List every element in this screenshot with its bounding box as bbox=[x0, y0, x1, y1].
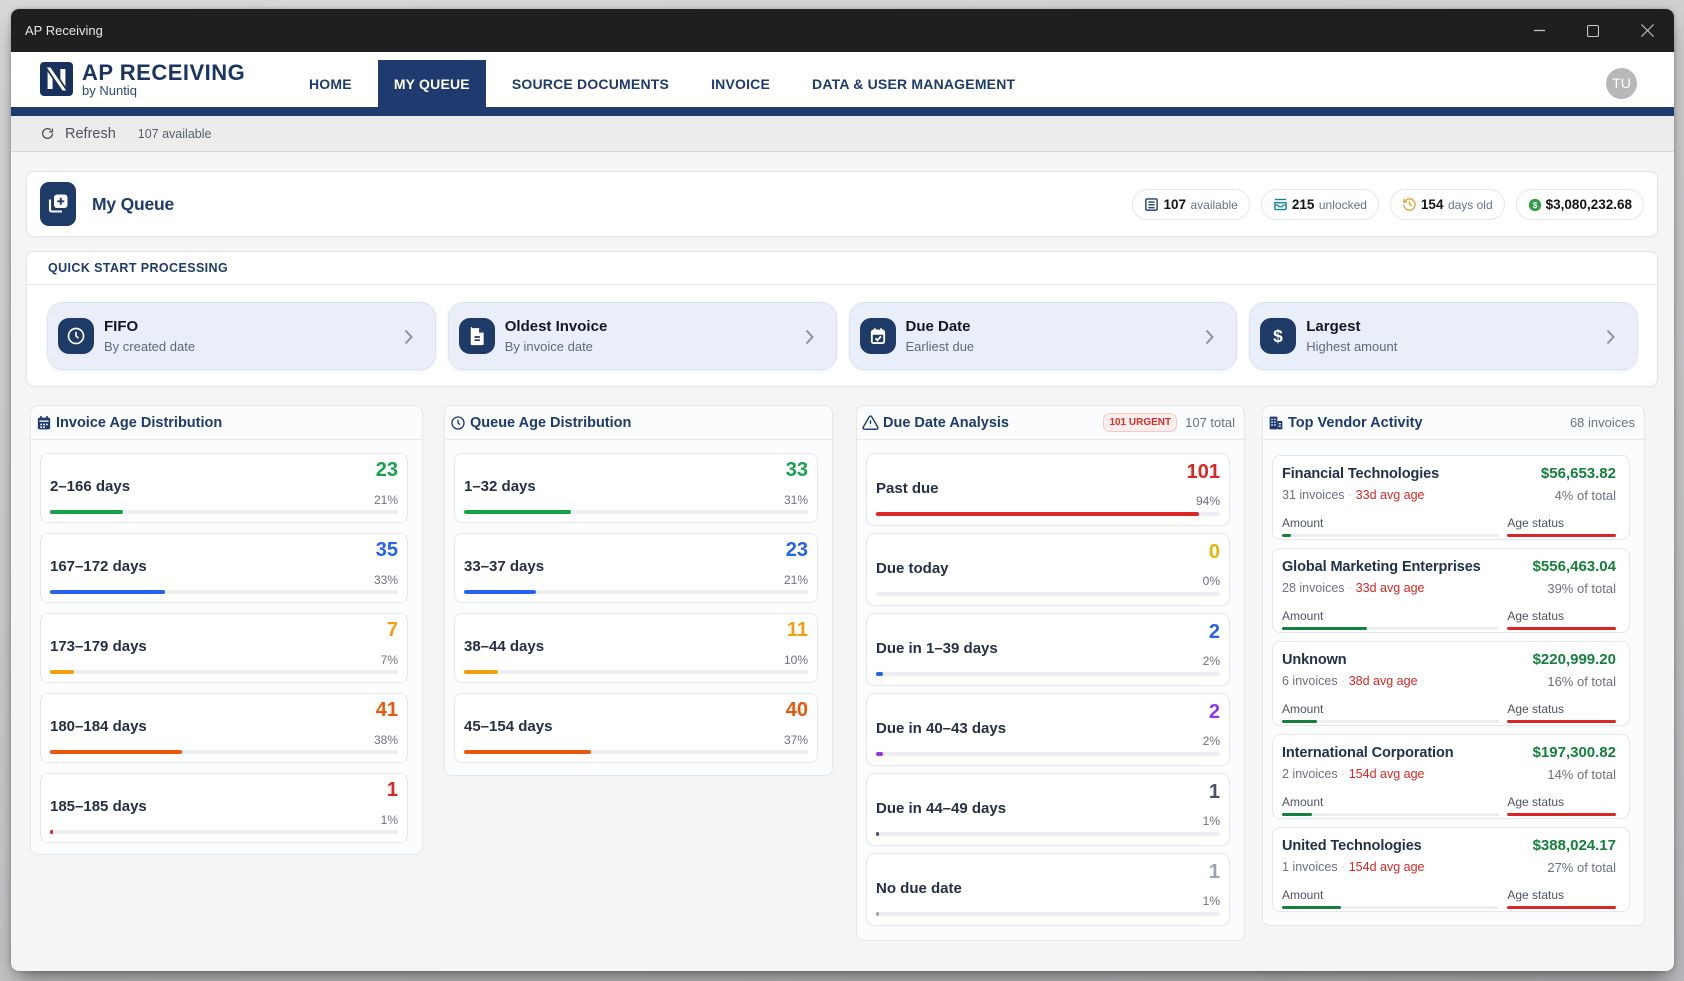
svg-text:$: $ bbox=[1273, 326, 1283, 346]
svg-text:$: $ bbox=[1532, 200, 1537, 209]
